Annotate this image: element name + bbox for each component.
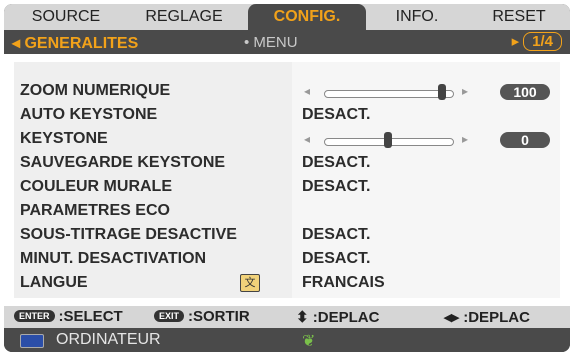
help-select-label: :SELECT — [58, 308, 123, 325]
slider-right-icon[interactable]: ▸ — [462, 84, 468, 98]
minut-desactivation-value: DESACT. — [302, 250, 371, 267]
keystone-value: 0 — [500, 132, 550, 148]
auto-keystone-value: DESACT. — [302, 106, 371, 123]
language-icon: 文 — [240, 274, 260, 292]
tab-reglage[interactable]: REGLAGE — [124, 4, 244, 30]
row-label-sous-titrage[interactable]: SOUS-TITRAGE DESACTIVE — [20, 226, 237, 244]
menu-tabs: SOURCE REGLAGE CONFIG. INFO. RESET — [4, 4, 570, 30]
zoom-value: 100 — [500, 84, 550, 100]
status-bar: ORDINATEUR ❦ — [4, 328, 570, 352]
submenu-indicator: • MENU — [244, 34, 298, 51]
help-leftright-label: :DEPLAC — [463, 309, 530, 326]
settings-panel: ZOOM NUMERIQUE ◂ ▸ 100 AUTO KEYSTONE DES… — [4, 54, 570, 306]
row-label-keystone[interactable]: KEYSTONE — [20, 130, 108, 148]
sub-header: ◂ GENERALITES • MENU ▸ 1/4 — [4, 30, 570, 54]
projector-osd-menu: SOURCE REGLAGE CONFIG. INFO. RESET ◂ GEN… — [4, 4, 570, 352]
slider-left-icon[interactable]: ◂ — [304, 84, 310, 98]
input-source-label: ORDINATEUR — [56, 331, 161, 348]
section-title[interactable]: ◂ GENERALITES — [12, 33, 138, 53]
key-help-bar: ENTER:SELECT EXIT:SORTIR ⬍ :DEPLAC ◂▸ :D… — [4, 306, 570, 328]
zoom-slider[interactable]: ◂ ▸ 100 — [304, 84, 554, 102]
tab-config[interactable]: CONFIG. — [248, 4, 366, 30]
row-label-auto-keystone[interactable]: AUTO KEYSTONE — [20, 106, 157, 124]
row-label-couleur-murale[interactable]: COULEUR MURALE — [20, 178, 172, 196]
page-number: 1/4 — [523, 32, 562, 51]
help-leftright: ◂▸ :DEPLAC — [444, 308, 530, 326]
computer-input-icon — [20, 334, 44, 348]
updown-arrow-icon: ⬍ — [296, 309, 309, 326]
row-label-parametres-eco[interactable]: PARAMETRES ECO — [20, 202, 170, 220]
couleur-murale-value: DESACT. — [302, 178, 371, 195]
slider-left-icon[interactable]: ◂ — [304, 132, 310, 146]
sauvegarde-keystone-value: DESACT. — [302, 154, 371, 171]
eco-leaf-icon: ❦ — [302, 333, 316, 350]
help-updown: ⬍ :DEPLAC — [296, 308, 379, 326]
exit-key-icon: EXIT — [154, 310, 185, 322]
langue-value: FRANCAIS — [302, 274, 385, 291]
row-label-langue[interactable]: LANGUE — [20, 274, 88, 292]
help-updown-label: :DEPLAC — [312, 309, 380, 326]
row-label-sauvegarde-keystone[interactable]: SAUVEGARDE KEYSTONE — [20, 154, 225, 172]
tab-info[interactable]: INFO. — [372, 4, 462, 30]
slider-track — [324, 90, 454, 98]
slider-thumb[interactable] — [438, 84, 446, 100]
help-exit: EXIT:SORTIR — [154, 308, 250, 325]
row-label-zoom[interactable]: ZOOM NUMERIQUE — [20, 82, 170, 100]
enter-key-icon: ENTER — [14, 310, 55, 322]
tab-source[interactable]: SOURCE — [16, 4, 116, 30]
slider-thumb[interactable] — [384, 132, 392, 148]
help-exit-label: :SORTIR — [188, 308, 250, 325]
help-select: ENTER:SELECT — [14, 308, 123, 325]
page-next-icon[interactable]: ▸ — [512, 33, 520, 50]
slider-right-icon[interactable]: ▸ — [462, 132, 468, 146]
tab-reset[interactable]: RESET — [474, 4, 564, 30]
sous-titrage-value: DESACT. — [302, 226, 371, 243]
page-indicator[interactable]: ▸ 1/4 — [512, 32, 562, 51]
keystone-slider[interactable]: ◂ ▸ 0 — [304, 132, 554, 150]
row-label-minut-desactivation[interactable]: MINUT. DESACTIVATION — [20, 250, 206, 268]
leftright-arrow-icon: ◂▸ — [444, 309, 460, 326]
